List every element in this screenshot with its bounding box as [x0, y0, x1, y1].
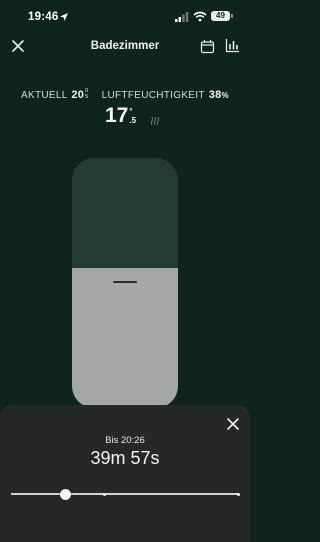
temperature-slider[interactable]	[72, 158, 178, 408]
current-value: 20	[71, 89, 85, 101]
humidity: LUFTFEUCHTIGKEIT 38%	[102, 89, 229, 101]
current-label: AKTUELL	[21, 90, 68, 101]
current-fraction-bottom: 5	[85, 93, 89, 100]
battery-level: 49	[211, 11, 230, 21]
close-icon[interactable]	[226, 417, 240, 431]
bar-chart-icon[interactable]	[225, 38, 240, 53]
target-temperature-side: ° .5	[129, 107, 136, 125]
status-bar: 19:46 49	[0, 0, 250, 32]
timer-sheet: Bis 20:26 39m 57s	[0, 405, 250, 542]
status-time: 19:46	[28, 11, 59, 23]
humidity-value: 38%	[209, 89, 229, 101]
current-temperature: AKTUELL 200 5	[21, 88, 89, 101]
current-fraction: 05	[85, 88, 89, 100]
target-temperature: 17° .5	[105, 104, 136, 128]
humidity-unit: %	[221, 91, 229, 100]
temperature-slider-fill	[72, 268, 178, 408]
heat-waves-icon	[151, 116, 159, 126]
timer-slider-tick	[102, 492, 106, 496]
timer-slider-thumb[interactable]	[59, 489, 71, 500]
target-temperature-fraction: .5	[129, 116, 137, 125]
metrics-row: AKTUELL 200 5 LUFTFEUCHTIGKEIT 38%	[0, 88, 250, 101]
location-arrow-icon	[60, 13, 68, 21]
wifi-icon	[193, 11, 207, 22]
battery-tip	[231, 14, 233, 18]
temperature-slider-handle[interactable]	[113, 281, 137, 283]
target-temperature-main: 17	[105, 104, 129, 127]
timer-slider-tick	[236, 492, 240, 496]
humidity-label: LUFTFEUCHTIGKEIT	[101, 90, 205, 101]
timer-end-time: Bis 20:26	[105, 435, 145, 446]
cellular-signal-icon	[175, 12, 189, 22]
calendar-icon[interactable]	[200, 39, 215, 54]
timer-remaining: 39m 57s	[90, 448, 160, 468]
timer-slider-track[interactable]	[11, 493, 238, 495]
target-temperature-unit: °	[129, 107, 133, 116]
humidity-number: 38	[208, 89, 222, 101]
